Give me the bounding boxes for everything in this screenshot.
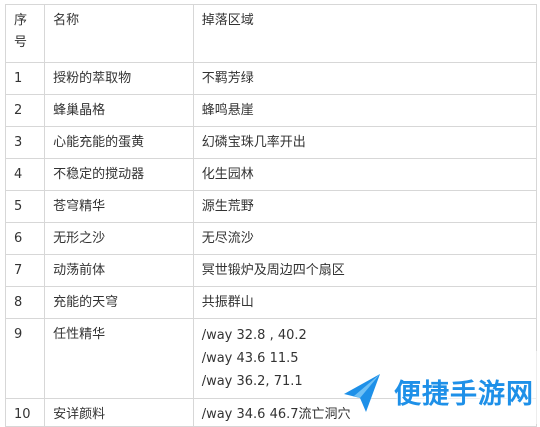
row-index: 8 [4, 286, 46, 319]
row-drop-area: 源生荒野 [192, 190, 538, 223]
row-index: 3 [4, 126, 46, 159]
row-name: 苍穹精华 [44, 190, 194, 223]
row-drop-area: 冥世锻炉及周边四个扇区 [192, 254, 538, 287]
row-drop-area: 无尽流沙 [192, 222, 538, 255]
row-index: 10 [4, 398, 46, 427]
table-row: 4 不稳定的搅动器 化生园林 [4, 158, 538, 191]
row-name: 动荡前体 [44, 254, 194, 287]
row-name: 任性精华 [44, 318, 194, 399]
row-name: 无形之沙 [44, 222, 194, 255]
table-header-row: 序号 名称 掉落区域 [4, 4, 538, 63]
row-index: 7 [4, 254, 46, 287]
row-name: 充能的天穹 [44, 286, 194, 319]
header-name: 名称 [44, 4, 194, 63]
row-index: 6 [4, 222, 46, 255]
row-index: 2 [4, 94, 46, 127]
header-index-text: 序号 [14, 13, 28, 50]
row-name: 不稳定的搅动器 [44, 158, 194, 191]
table-row: 2 蜂巢晶格 蜂鸣悬崖 [4, 94, 538, 127]
header-index: 序号 [4, 4, 46, 63]
row-drop-area: 不羁芳绿 [192, 62, 538, 95]
row-name: 蜂巢晶格 [44, 94, 194, 127]
coordinate-line: /way 32.8 , 40.2 [201, 328, 307, 343]
row-index: 5 [4, 190, 46, 223]
row-name: 安详颜料 [44, 398, 194, 427]
row-drop-area: 共振群山 [192, 286, 538, 319]
header-drop-area: 掉落区域 [192, 4, 538, 63]
row-drop-area: 幻磷宝珠几率开出 [192, 126, 538, 159]
row-drop-area: 化生园林 [192, 158, 538, 191]
table-row: 6 无形之沙 无尽流沙 [4, 222, 538, 255]
table-row: 8 充能的天穹 共振群山 [4, 286, 538, 319]
table-row: 7 动荡前体 冥世锻炉及周边四个扇区 [4, 254, 538, 287]
row-index: 9 [4, 318, 46, 399]
row-drop-area: 蜂鸣悬崖 [192, 94, 538, 127]
table-row: 1 授粉的萃取物 不羁芳绿 [4, 62, 538, 95]
watermark-logo-icon [344, 374, 380, 412]
row-index: 1 [4, 62, 46, 95]
row-index: 4 [4, 158, 46, 191]
watermark-text: 便捷手游网 [394, 379, 534, 410]
row-name: 授粉的萃取物 [44, 62, 194, 95]
table-row: 5 苍穹精华 源生荒野 [4, 190, 538, 223]
table-row: 3 心能充能的蛋黄 幻磷宝珠几率开出 [4, 126, 538, 159]
row-name: 心能充能的蛋黄 [44, 126, 194, 159]
